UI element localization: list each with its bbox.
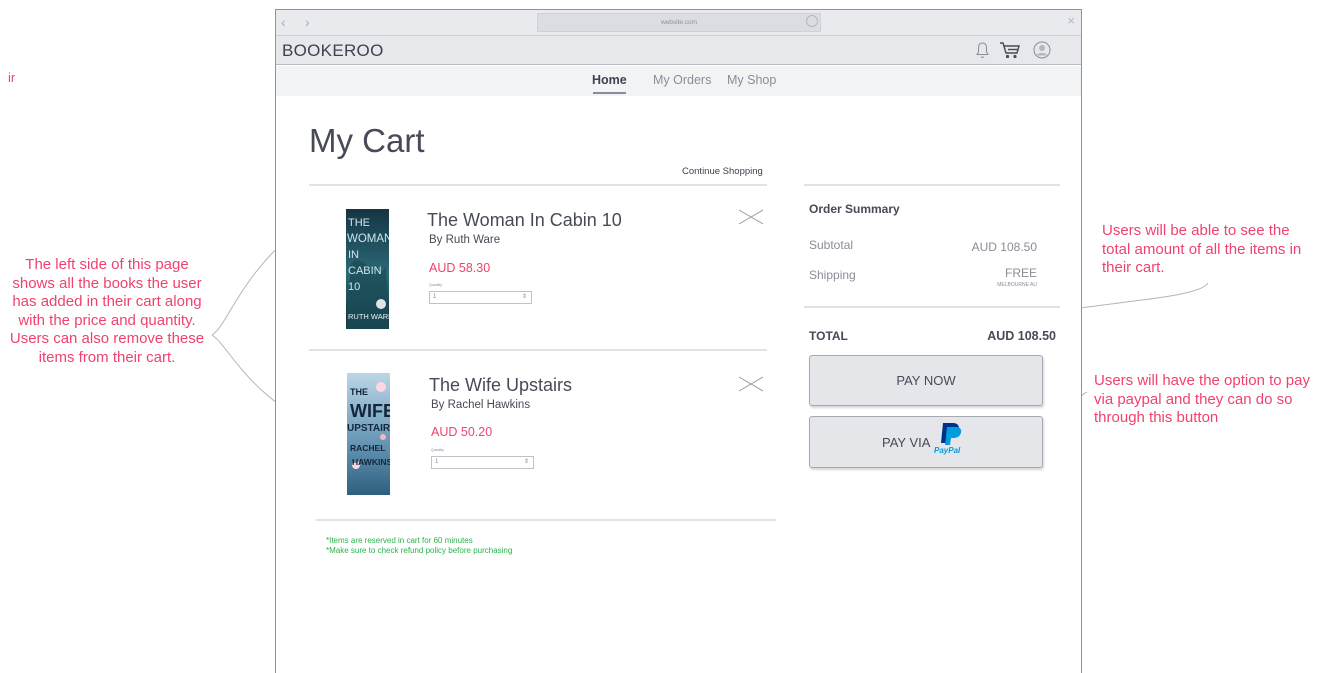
annotation-total: Users will be able to see the total amou… [1102, 222, 1302, 276]
quantity-value: 1 [435, 459, 439, 465]
stray-mark: ir [8, 70, 16, 85]
book-price: AUD 58.30 [429, 261, 491, 275]
page-title: My Cart [309, 122, 425, 159]
reload-icon[interactable] [806, 15, 818, 27]
continue-shopping-link[interactable]: Continue Shopping [682, 166, 763, 177]
book-author: By Ruth Ware [429, 234, 501, 246]
tab-my-orders[interactable]: My Orders [653, 73, 711, 87]
book-price: AUD 50.20 [431, 425, 493, 439]
cover-title-line: THE [350, 387, 368, 397]
divider [804, 184, 1060, 186]
cover-title-line: WOMAN [347, 233, 389, 245]
quantity-value: 1 [433, 294, 437, 300]
shipping-location: MELBOURNE AU [997, 282, 1037, 288]
paypal-icon: PayPal [934, 422, 974, 462]
divider [309, 349, 767, 351]
brand-logo[interactable]: BOOKEROO [282, 41, 384, 61]
quantity-select[interactable]: 1 ⇕ [431, 456, 534, 469]
subtotal-label: Subtotal [809, 238, 854, 252]
tab-my-shop[interactable]: My Shop [727, 73, 776, 87]
quantity-label: Quantity [429, 283, 443, 287]
remove-item-icon[interactable] [738, 376, 764, 397]
remove-item-icon[interactable] [738, 209, 764, 230]
cover-author: RACHEL [350, 443, 385, 453]
cover-author: HAWKINS [352, 457, 390, 467]
quantity-select[interactable]: 1 ⇕ [429, 291, 532, 304]
cover-title-line: IN [348, 249, 359, 261]
book-cover[interactable]: THE WOMAN IN CABIN 10 RUTH WARE [346, 209, 393, 329]
shipping-value: FREE [1004, 266, 1037, 280]
stepper-icon: ⇕ [521, 294, 527, 300]
annotation-cart-items: The left side of this page shows all the… [9, 256, 205, 366]
cover-title-line: THE [348, 217, 370, 229]
shipping-label: Shipping [809, 268, 856, 282]
cover-title-line: 10 [348, 281, 360, 293]
main-tabs: Home My Orders My Shop [276, 66, 1081, 96]
cover-title-line: UPSTAIRS [347, 423, 390, 434]
divider [309, 184, 767, 186]
back-button[interactable]: ‹ [281, 14, 286, 30]
stepper-icon: ⇕ [523, 459, 529, 465]
reservation-note: *Items are reserved in cart for 60 minut… [326, 536, 473, 545]
book-title[interactable]: The Wife Upstairs [429, 375, 572, 396]
user-icon[interactable] [1033, 41, 1051, 64]
total-label: TOTAL [809, 329, 848, 343]
book-cover[interactable]: THE WIFE UPSTAIRS RACHEL HAWKINS [347, 373, 397, 495]
browser-window: ‹ › website.com × BOOKEROO Home My Order… [275, 9, 1082, 673]
pay-via-label: PAY VIA [882, 435, 931, 450]
book-title[interactable]: The Woman In Cabin 10 [427, 210, 622, 231]
subtotal-value: AUD 108.50 [971, 240, 1037, 254]
book-author: By Rachel Hawkins [431, 399, 531, 411]
total-value: AUD 108.50 [987, 329, 1056, 343]
divider [316, 519, 776, 521]
close-icon[interactable]: × [1067, 13, 1075, 28]
cover-author: RUTH WARE [348, 312, 389, 321]
url-bar[interactable]: website.com [537, 13, 821, 32]
paypal-wordmark: PayPal [934, 446, 961, 455]
cart-icon[interactable] [999, 41, 1021, 65]
refund-note: *Make sure to check refund policy before… [326, 546, 513, 555]
forward-button[interactable]: › [305, 14, 310, 30]
app-header: BOOKEROO [276, 36, 1081, 65]
browser-toolbar: ‹ › website.com × [276, 10, 1081, 36]
bell-icon[interactable] [976, 41, 989, 64]
pay-via-paypal-button[interactable]: PAY VIA PayPal [809, 416, 1043, 468]
pay-now-button[interactable]: PAY NOW [809, 355, 1043, 406]
tab-home[interactable]: Home [592, 73, 627, 94]
divider [804, 306, 1060, 308]
annotation-paypal: Users will have the option to pay via pa… [1094, 372, 1310, 426]
order-summary-title: Order Summary [809, 202, 900, 216]
quantity-label: Quantity [431, 448, 445, 452]
cover-title-line: WIFE [350, 401, 390, 421]
cover-title-line: CABIN [348, 265, 382, 277]
